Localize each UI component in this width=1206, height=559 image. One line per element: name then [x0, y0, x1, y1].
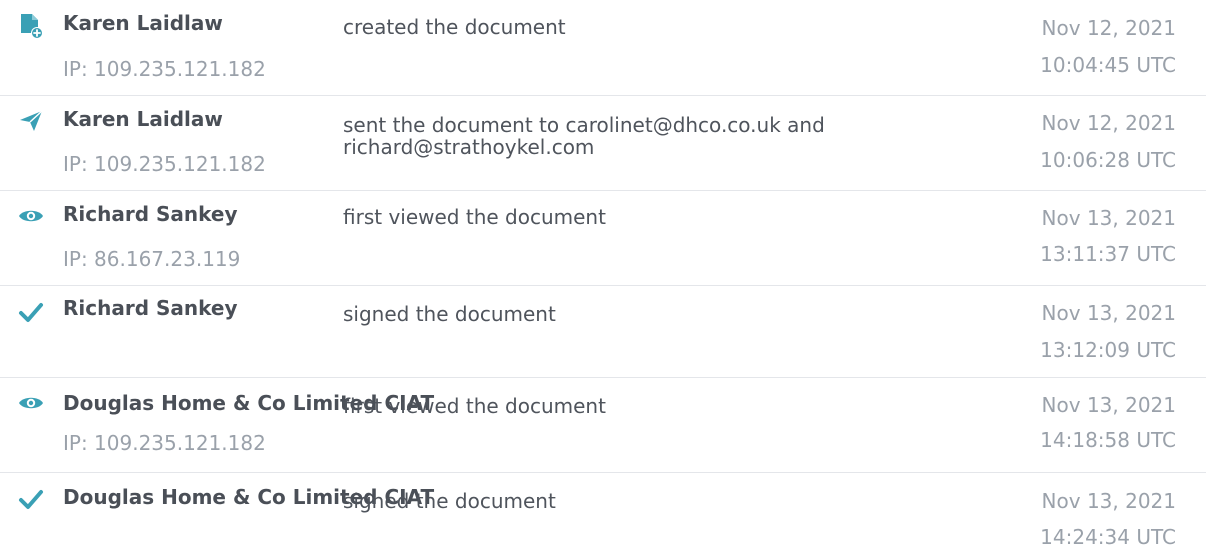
event-actor: Richard Sankey [63, 202, 238, 226]
event-action: first viewed the document [343, 394, 606, 418]
event-date: Nov 12, 2021 [1041, 111, 1176, 135]
audit-event-row: Richard Sankey IP: 86.167.23.119 first v… [0, 191, 1206, 285]
event-time: 10:06:28 UTC [1040, 148, 1176, 172]
event-time: 13:12:09 UTC [1040, 338, 1176, 362]
event-time: 13:11:37 UTC [1040, 242, 1176, 266]
eye-icon [17, 389, 45, 417]
audit-event-row: Douglas Home & Co Limited CIAT signed th… [0, 473, 1206, 559]
checkmark-icon [17, 485, 45, 513]
event-action: sent the document to carolinet@dhco.co.u… [343, 113, 825, 159]
event-date: Nov 13, 2021 [1041, 489, 1176, 513]
event-action: first viewed the document [343, 205, 606, 229]
event-ip: IP: 86.167.23.119 [63, 247, 241, 271]
event-time: 14:24:34 UTC [1040, 525, 1176, 549]
audit-trail: Karen Laidlaw IP: 109.235.121.182 create… [0, 0, 1206, 559]
event-time: 14:18:58 UTC [1040, 428, 1176, 452]
audit-event-row: Karen Laidlaw IP: 109.235.121.182 sent t… [0, 96, 1206, 190]
audit-event-row: Richard Sankey signed the document Nov 1… [0, 286, 1206, 378]
event-actor: Richard Sankey [63, 296, 238, 320]
paper-plane-icon [17, 107, 45, 135]
event-actor: Karen Laidlaw [63, 107, 223, 131]
event-action: signed the document [343, 489, 556, 513]
event-ip: IP: 109.235.121.182 [63, 152, 266, 176]
event-date: Nov 13, 2021 [1041, 393, 1176, 417]
event-action: created the document [343, 15, 566, 39]
event-date: Nov 13, 2021 [1041, 206, 1176, 230]
event-date: Nov 12, 2021 [1041, 16, 1176, 40]
document-created-icon [17, 12, 45, 40]
event-actor: Karen Laidlaw [63, 11, 223, 35]
checkmark-icon [17, 298, 45, 326]
eye-icon [17, 202, 45, 230]
event-date: Nov 13, 2021 [1041, 301, 1176, 325]
audit-event-row: Douglas Home & Co Limited CIAT IP: 109.2… [0, 378, 1206, 472]
audit-event-row: Karen Laidlaw IP: 109.235.121.182 create… [0, 0, 1206, 95]
event-ip: IP: 109.235.121.182 [63, 431, 266, 455]
event-ip: IP: 109.235.121.182 [63, 57, 266, 81]
event-time: 10:04:45 UTC [1040, 53, 1176, 77]
event-action: signed the document [343, 302, 556, 326]
